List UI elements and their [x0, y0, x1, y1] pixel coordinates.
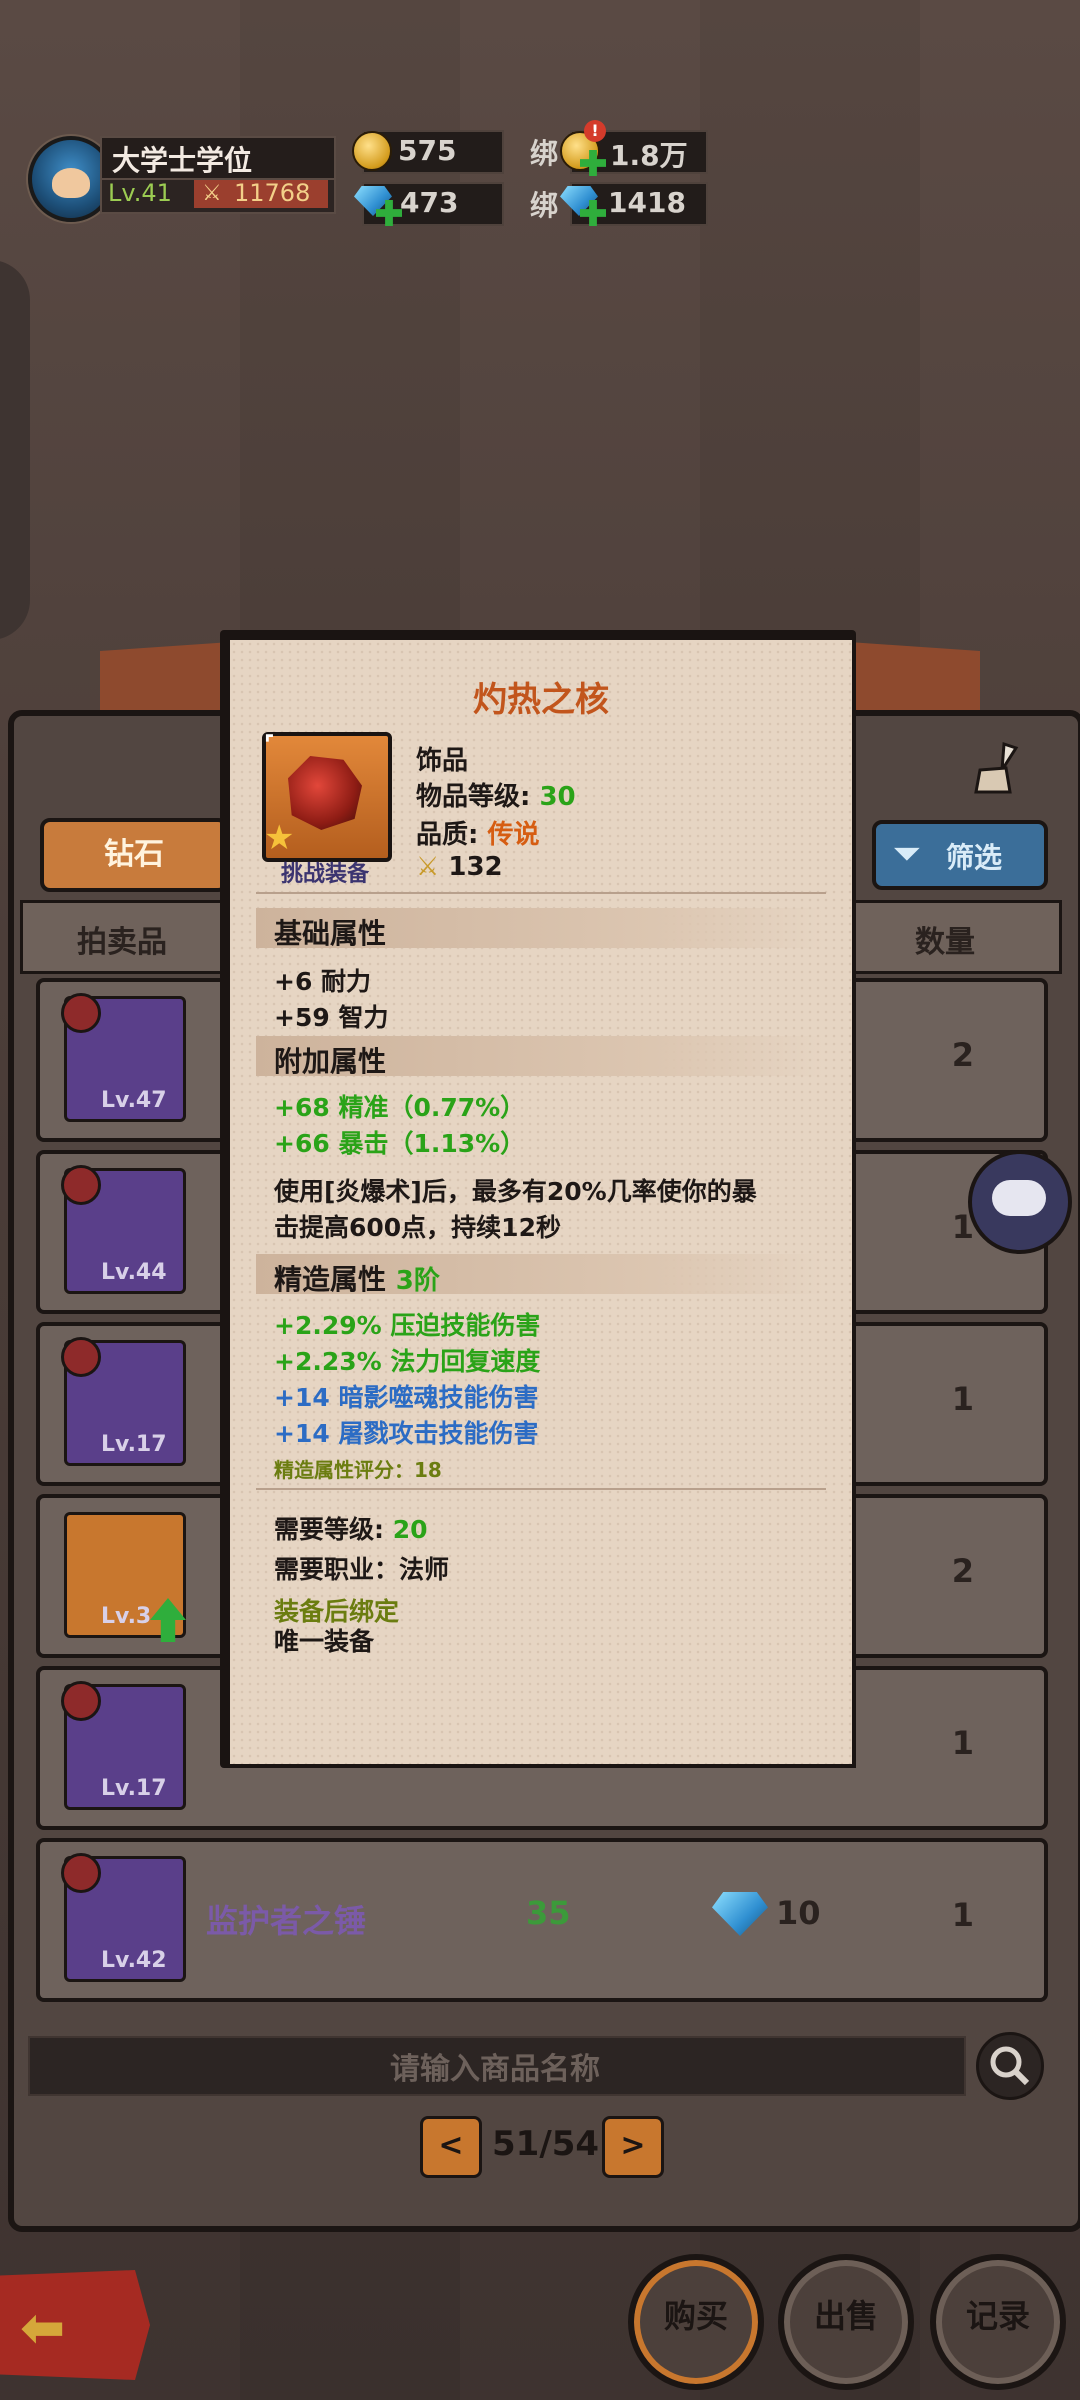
search-placeholder: 请输入商品名称 — [390, 2052, 600, 2087]
item-level: Lv.42 — [101, 1948, 167, 1973]
item-req-level: 35 — [526, 1894, 571, 1932]
item-price: 10 — [776, 1894, 821, 1932]
swords-icon: ⚔ — [202, 181, 222, 206]
req-level-row: 需要等级: 20 — [274, 1510, 428, 1546]
player-name: 大学士学位 — [112, 144, 253, 177]
ban-icon — [61, 993, 101, 1033]
back-arrow-icon: ⬅ — [20, 2296, 66, 2359]
filter-label: 筛选 — [946, 841, 1003, 874]
sell-button[interactable]: 出售 — [778, 2254, 914, 2390]
score-value: 132 — [448, 852, 503, 882]
item-level-row: 物品等级: 30 — [416, 776, 576, 813]
challenge-tag: 挑战装备 — [280, 862, 369, 887]
item-name: 监护者之锤 — [206, 1902, 367, 1940]
refine-tier: 3阶 — [395, 1266, 440, 1296]
base-attr: +59 智力 — [274, 1003, 389, 1032]
list-item[interactable]: Lv.42 监护者之锤 35 10 1 — [36, 1838, 1048, 2002]
item-level-label: 物品等级: — [416, 782, 531, 812]
item-title: 灼热之核 — [473, 680, 609, 720]
bound-gold-value: 1.8万 — [610, 139, 688, 172]
alert-badge: ! — [584, 120, 606, 142]
item-qty: 2 — [951, 1036, 974, 1074]
gold-coin-icon — [352, 131, 392, 171]
item-qty: 2 — [951, 1552, 974, 1590]
page-indicator: 51/54 — [492, 2124, 600, 2164]
refine-attr: +14 暗影噬魂技能伤害 — [274, 1383, 539, 1412]
req-level-label: 需要等级: — [274, 1515, 384, 1544]
ban-icon — [61, 1681, 101, 1721]
item-qty: 1 — [951, 1724, 974, 1762]
score-row: ⚔ 132 — [416, 852, 503, 882]
divider — [256, 1488, 826, 1490]
item-level: Lv.44 — [101, 1260, 167, 1285]
column-header-qty: 数量 — [852, 900, 1062, 974]
effect-text: 击提高600点，持续12秒 — [274, 1213, 561, 1242]
player-power: 11768 — [234, 179, 311, 207]
req-level-value: 20 — [392, 1515, 428, 1544]
gold-value: 575 — [398, 134, 457, 167]
unique-text: 唯一装备 — [274, 1627, 375, 1656]
refine-attr: +2.23% 法力回复速度 — [274, 1347, 541, 1376]
section-refine-title: 精造属性 3阶 — [274, 1258, 440, 1298]
tab-diamond[interactable]: 钻石 — [40, 818, 228, 892]
star-icon: ★ — [264, 818, 295, 858]
refine-title: 精造属性 — [274, 1263, 387, 1296]
ring-icon: Lv.17 — [61, 1681, 186, 1810]
extra-attr: +66 暴击（1.13%） — [274, 1129, 526, 1158]
buy-button[interactable]: 购买 — [628, 2254, 764, 2390]
column-qty-label: 数量 — [915, 925, 975, 960]
bound-diamond-label: 绑 — [530, 189, 559, 222]
refine-attr: +2.29% 压迫技能伤害 — [274, 1311, 541, 1340]
diamond-value: 473 — [400, 186, 459, 219]
armor-icon: Lv.44 — [61, 1165, 186, 1294]
swords-icon: ⚔ — [416, 852, 440, 882]
effect-text: 使用[炎爆术]后，最多有20%几率使你的暴 — [274, 1177, 757, 1206]
item-level: Lv.47 — [101, 1088, 167, 1113]
broom-icon[interactable] — [970, 740, 1022, 796]
side-dial[interactable] — [0, 260, 30, 640]
mace-icon: Lv.42 — [61, 1853, 186, 1982]
bound-diamond-value: 1418 — [608, 186, 686, 219]
ban-icon — [61, 1165, 101, 1205]
section-extra-title: 附加属性 — [274, 1045, 387, 1078]
filter-button[interactable]: ⏷ 筛选 — [872, 820, 1048, 890]
chat-icon[interactable] — [968, 1150, 1072, 1254]
divider — [256, 892, 826, 894]
quality-row: 品质: 传说 — [416, 814, 539, 851]
ban-icon — [61, 1337, 101, 1377]
req-class: 需要职业：法师 — [274, 1555, 450, 1584]
item-type: 饰品 — [416, 746, 469, 776]
refine-attr: +14 屠戮攻击技能伤害 — [274, 1419, 539, 1448]
extra-attr: +68 精准（0.77%） — [274, 1093, 526, 1122]
quality-label: 品质: — [416, 820, 479, 850]
funnel-icon: ⏷ — [894, 834, 920, 872]
record-button[interactable]: 记录 — [930, 2254, 1066, 2390]
item-qty: 1 — [951, 1896, 974, 1934]
column-item-label: 拍卖品 — [77, 925, 167, 960]
item-level: Lv.3 — [101, 1604, 152, 1629]
refine-score: 精造属性评分：18 — [274, 1458, 442, 1482]
next-page-button[interactable]: > — [602, 2116, 664, 2178]
shield-icon: Lv.17 — [61, 1337, 186, 1466]
item-level-value: 30 — [539, 782, 576, 812]
diamond-icon — [712, 1892, 768, 1936]
item-qty: 1 — [951, 1380, 974, 1418]
hammer-icon: Lv.47 — [61, 993, 186, 1122]
corner-bracket-icon: ⌜ — [264, 732, 275, 757]
quality-value: 传说 — [487, 820, 540, 850]
base-attr: +6 耐力 — [274, 967, 372, 996]
player-level: Lv.41 — [108, 179, 172, 207]
prev-page-button[interactable]: < — [420, 2116, 482, 2178]
item-level: Lv.17 — [101, 1432, 167, 1457]
search-icon[interactable] — [976, 2032, 1044, 2100]
item-level: Lv.17 — [101, 1776, 167, 1801]
ban-icon — [61, 1853, 101, 1893]
bound-gold-label: 绑 — [530, 137, 559, 170]
section-base-title: 基础属性 — [274, 917, 387, 950]
